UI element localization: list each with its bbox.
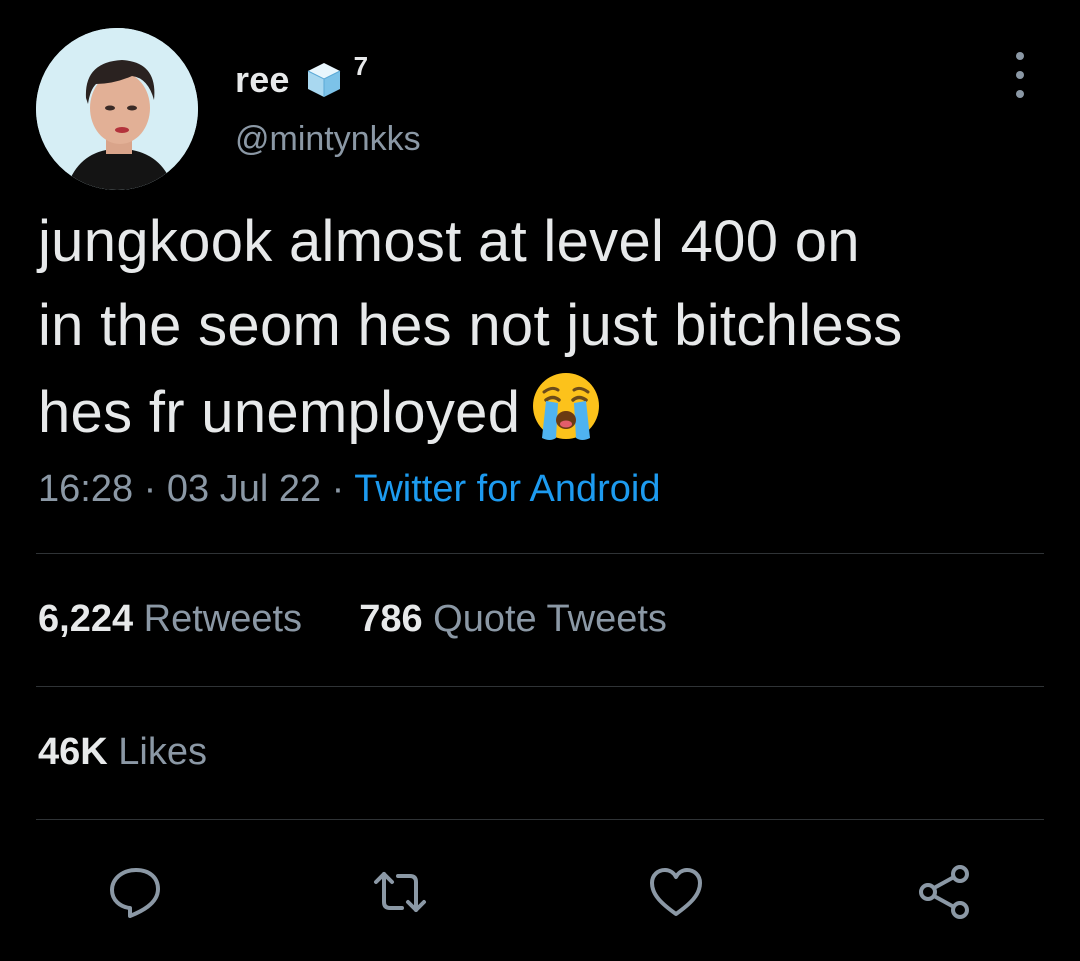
stats-row-likes: 46K Likes [38,731,207,774]
quote-tweets-count: 786 [359,598,423,640]
tweet-date[interactable]: 03 Jul 22 [167,468,321,510]
stats-row-shares: 6,224 Retweets 786 Quote Tweets [38,598,667,641]
likes-label: Likes [118,731,207,773]
meta-separator: · [143,468,157,510]
retweet-icon[interactable] [370,862,430,922]
heart-icon[interactable] [646,862,706,922]
more-options-icon[interactable] [1000,52,1040,98]
likes-count: 46K [38,731,108,773]
divider [36,553,1044,554]
likes-stat[interactable]: 46K Likes [38,731,207,773]
author-handle[interactable]: @mintynkks [235,120,421,159]
tweet-time[interactable]: 16:28 [38,468,133,510]
divider [36,686,1044,687]
tweet-source-link[interactable]: Twitter for Android [354,468,660,510]
tweet-meta: 16:28 · 03 Jul 22 · Twitter for Android [38,468,660,511]
name-suffix: 7 [353,50,369,81]
loudly-crying-face-icon [528,368,604,444]
author-name-row: ree 7 [235,50,369,108]
reply-icon[interactable] [106,862,166,922]
divider [36,819,1044,820]
quote-tweets-stat[interactable]: 786 Quote Tweets [349,598,667,640]
ice-cube-icon [304,60,344,100]
more-dot [1016,90,1024,98]
meta-separator: · [331,468,345,510]
tweet-text-line-1: jungkook almost at level 400 on [38,209,860,274]
tweet-text-line-3: hes fr unemployed [38,380,521,445]
avatar[interactable] [36,28,198,190]
retweets-count: 6,224 [38,598,134,640]
tweet-text: jungkook almost at level 400 on in the s… [38,200,1048,455]
tweet-detail: ree 7 @mintynkks jungkook almost at leve… [0,0,1080,961]
more-dot [1016,71,1024,79]
retweets-stat[interactable]: 6,224 Retweets [38,598,313,640]
share-icon[interactable] [914,862,974,922]
avatar-image [36,28,198,190]
more-dot [1016,52,1024,60]
quote-tweets-label: Quote Tweets [433,598,667,640]
tweet-text-line-2: in the seom hes not just bitchless [38,293,903,358]
display-name[interactable]: ree [235,59,290,101]
retweets-label: Retweets [143,598,303,640]
